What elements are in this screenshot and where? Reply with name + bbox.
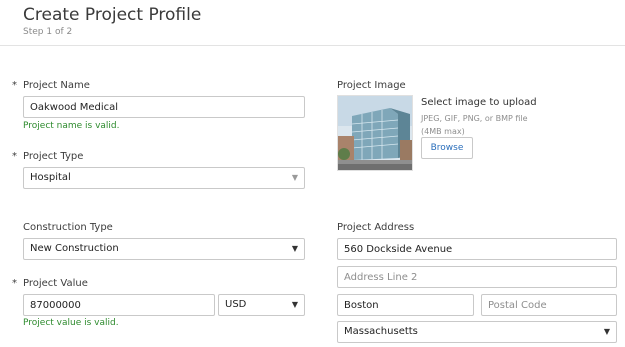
project-value-label: Project Value	[23, 278, 88, 289]
required-marker: *	[12, 80, 17, 91]
upload-hint: JPEG, GIF, PNG, or BMP file (4MB max)	[421, 112, 571, 138]
header-divider	[0, 45, 625, 46]
project-value-validation: Project value is valid.	[23, 318, 119, 328]
required-marker: *	[12, 278, 17, 289]
step-indicator: Step 1 of 2	[23, 27, 73, 37]
address-line2-input[interactable]	[337, 266, 617, 288]
currency-value: USD	[225, 299, 247, 310]
chevron-down-icon: ▼	[603, 327, 610, 336]
browse-button[interactable]: Browse	[421, 137, 473, 159]
chevron-down-icon: ▼	[291, 300, 298, 309]
project-image-thumbnail	[337, 95, 413, 171]
currency-select[interactable]: USD ▼	[218, 294, 305, 316]
project-name-input[interactable]	[23, 96, 305, 118]
project-type-value: Hospital	[30, 172, 71, 183]
project-image-label: Project Image	[337, 80, 406, 91]
state-value: Massachusetts	[344, 326, 418, 337]
postal-code-input[interactable]	[481, 294, 617, 316]
state-select[interactable]: Massachusetts ▼	[337, 321, 617, 343]
project-name-validation: Project name is valid.	[23, 121, 120, 131]
upload-hint-formats: JPEG, GIF, PNG, or BMP file	[421, 114, 528, 123]
address-line1-input[interactable]	[337, 238, 617, 260]
chevron-down-icon: ▼	[291, 173, 298, 182]
project-name-label: Project Name	[23, 80, 90, 91]
required-marker: *	[12, 151, 17, 162]
chevron-down-icon: ▼	[291, 244, 298, 253]
project-type-select[interactable]: Hospital ▼	[23, 167, 305, 189]
city-input[interactable]	[337, 294, 474, 316]
construction-type-label: Construction Type	[23, 222, 113, 233]
construction-type-select[interactable]: New Construction ▼	[23, 238, 305, 260]
project-address-label: Project Address	[337, 222, 415, 233]
construction-type-value: New Construction	[30, 243, 119, 254]
upload-title: Select image to upload	[421, 97, 537, 108]
project-type-label: Project Type	[23, 151, 84, 162]
project-value-input[interactable]	[23, 294, 215, 316]
page-title: Create Project Profile	[23, 5, 202, 25]
